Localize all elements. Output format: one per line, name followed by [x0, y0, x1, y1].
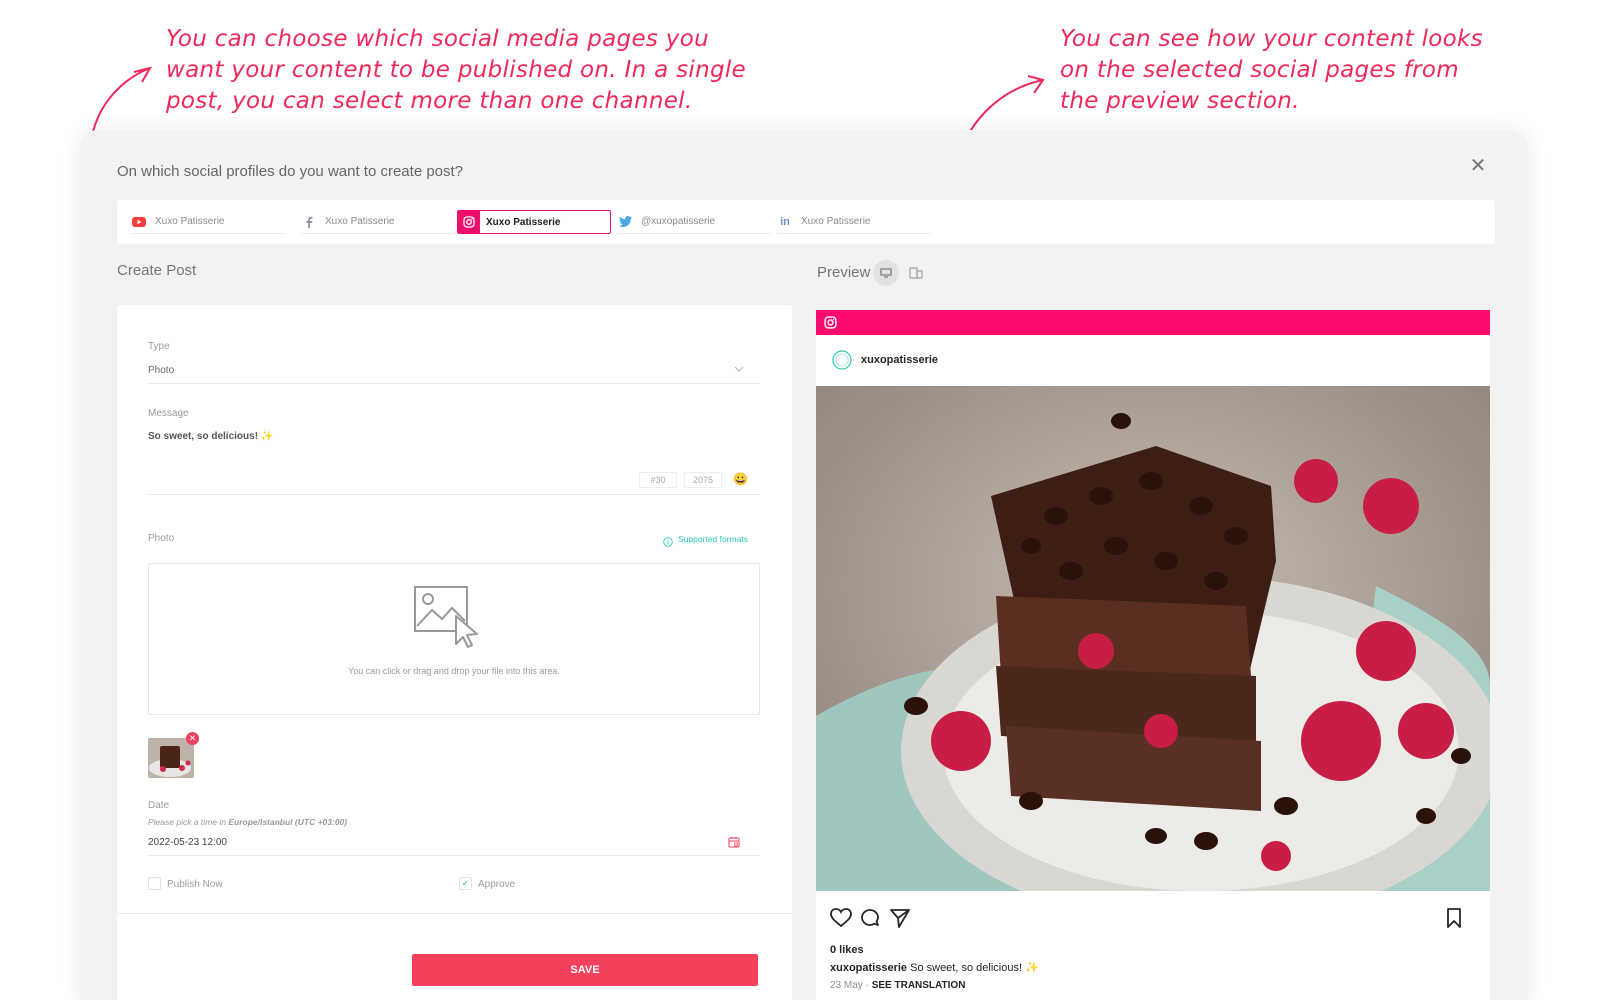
profile-instagram[interactable]: Xuxo Patisserie	[457, 210, 611, 234]
info-icon	[663, 534, 673, 552]
meta-separator: ·	[865, 980, 869, 991]
character-counter: 2075	[684, 472, 722, 488]
caption-text: So sweet, so delicious! ✨	[910, 962, 1039, 974]
message-underline	[148, 494, 760, 495]
heart-icon[interactable]	[830, 908, 852, 933]
profile-linkedin[interactable]: in Xuxo Patisserie	[777, 210, 931, 234]
date-input[interactable]: 2022-05-23 12:00	[148, 837, 227, 848]
profile-name: Xuxo Patisserie	[155, 216, 225, 227]
annotation-preview: You can see how your content looks on th…	[1060, 26, 1483, 114]
post-photo	[816, 386, 1490, 891]
account-name: xuxopatisserie	[861, 354, 939, 366]
message-input[interactable]: So sweet, so delicious! ✨	[148, 431, 273, 442]
avatar	[832, 350, 852, 375]
save-button[interactable]: SAVE	[412, 954, 758, 986]
create-post-title: Create Post	[117, 262, 197, 279]
profile-name: Xuxo Patisserie	[325, 216, 395, 227]
instagram-preview: xuxopatisserie 0 likes xuxopatisserie So…	[816, 310, 1490, 1000]
profile-facebook[interactable]: Xuxo Patisserie	[301, 210, 455, 234]
date-hint: Please pick a time in Europe/Istanbul (U…	[148, 817, 347, 827]
type-underline	[148, 383, 760, 384]
create-post-modal: On which social profiles do you want to …	[80, 130, 1528, 1000]
message-label: Message	[148, 408, 189, 419]
footer-divider	[117, 913, 792, 914]
likes-count: 0 likes	[830, 944, 864, 956]
image-upload-icon	[414, 586, 484, 653]
profile-selector: Xuxo Patisserie Xuxo Patisserie Xuxo Pat…	[117, 200, 1495, 244]
youtube-icon	[131, 210, 147, 234]
preview-title: Preview	[817, 264, 871, 281]
modal-question: On which social profiles do you want to …	[117, 163, 464, 180]
publish-now-checkbox[interactable]	[148, 877, 161, 890]
photo-label: Photo	[148, 533, 175, 544]
type-select[interactable]: Photo	[148, 365, 174, 376]
profile-name: Xuxo Patisserie	[486, 216, 561, 228]
approve-label: Approve	[478, 879, 516, 890]
comment-icon[interactable]	[860, 908, 880, 933]
profile-name: @xuxopatisserie	[641, 216, 716, 227]
remove-photo-icon[interactable]: ✕	[186, 732, 199, 745]
profile-name: Xuxo Patisserie	[801, 216, 871, 227]
chevron-down-icon[interactable]	[734, 361, 744, 379]
profile-twitter[interactable]: @xuxopatisserie	[617, 210, 771, 234]
bookmark-icon[interactable]	[1446, 908, 1462, 933]
create-post-form: Type Photo Message So sweet, so deliciou…	[117, 305, 792, 1000]
type-label: Type	[148, 341, 170, 352]
mobile-view-icon[interactable]	[909, 266, 923, 284]
desktop-view-icon[interactable]	[873, 260, 899, 286]
date-hint-prefix: Please pick a time in	[148, 817, 229, 827]
instagram-icon	[824, 316, 837, 334]
timezone: Europe/Istanbul (UTC +03:00)	[228, 817, 348, 827]
twitter-icon	[617, 210, 633, 234]
photo-thumbnail[interactable]	[148, 738, 194, 778]
annotation-channels: You can choose which social media pages …	[166, 26, 746, 114]
share-icon[interactable]	[890, 908, 910, 933]
close-icon[interactable]: ✕	[1468, 156, 1488, 176]
linkedin-icon: in	[780, 215, 790, 228]
facebook-icon	[301, 210, 317, 234]
date-label: Date	[148, 800, 170, 811]
instagram-icon	[458, 211, 480, 233]
post-date: 23 May	[830, 980, 863, 991]
supported-formats-link[interactable]: Supported formats	[678, 534, 748, 544]
hashtag-counter: #30	[639, 472, 677, 488]
dropzone-text: You can click or drag and drop your file…	[348, 666, 560, 676]
caption: xuxopatisserie So sweet, so delicious! ✨	[830, 961, 1039, 974]
approve-checkbox[interactable]: ✓	[459, 877, 472, 890]
profile-youtube[interactable]: Xuxo Patisserie	[131, 210, 285, 234]
instagram-header-bar	[816, 310, 1490, 335]
photo-dropzone[interactable]: You can click or drag and drop your file…	[148, 563, 760, 715]
publish-now-label: Publish Now	[167, 879, 223, 890]
post-meta: 23 May · SEE TRANSLATION	[830, 980, 965, 991]
date-underline	[148, 855, 760, 856]
emoji-icon[interactable]: 😀	[733, 472, 748, 486]
see-translation-link[interactable]: SEE TRANSLATION	[872, 980, 966, 991]
caption-username: xuxopatisserie	[830, 962, 908, 974]
calendar-icon[interactable]	[728, 835, 740, 853]
